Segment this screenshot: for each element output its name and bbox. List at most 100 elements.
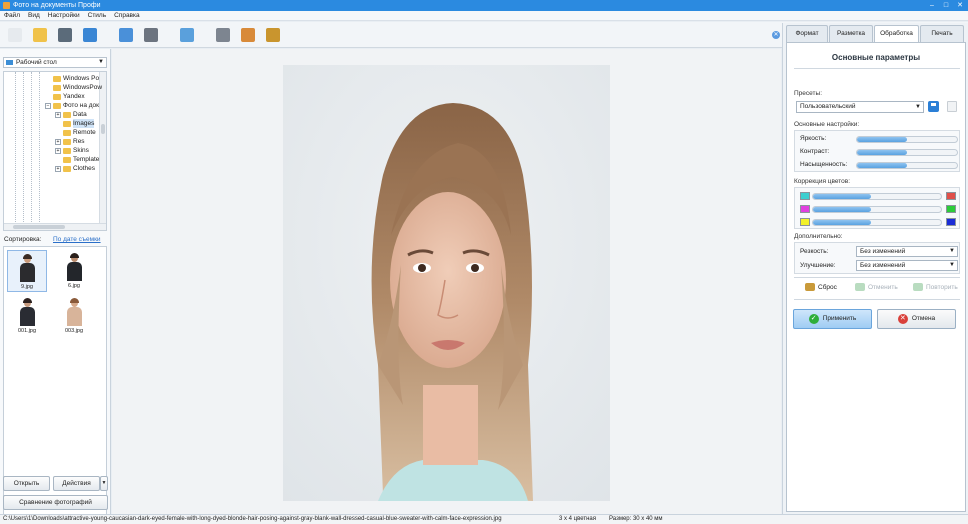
folder-icon bbox=[53, 75, 61, 82]
undo-button[interactable]: Отменить bbox=[855, 283, 898, 291]
thumb-body bbox=[67, 307, 82, 326]
window-titlebar: Фото на документы Профи – □ ✕ bbox=[0, 0, 968, 11]
slider-fill bbox=[857, 137, 907, 142]
status-bar: C:\Users\1\Downloads\attractive-young-ca… bbox=[0, 514, 968, 524]
tree-expander[interactable]: − bbox=[45, 102, 51, 109]
scroll-thumb[interactable] bbox=[101, 124, 105, 134]
basic-sliders-box: Яркость: Контраст: Насыщенность: bbox=[794, 130, 960, 172]
color-balance-slider[interactable] bbox=[812, 193, 942, 200]
tree-item[interactable]: + Clothes bbox=[55, 164, 95, 173]
toolbar-button-9[interactable] bbox=[262, 24, 284, 46]
print-icon bbox=[83, 27, 97, 42]
thumbnail-item[interactable]: 001.jpg bbox=[7, 295, 47, 337]
toolbar-button-7[interactable] bbox=[212, 24, 234, 46]
chevron-down-icon: ▼ bbox=[915, 104, 921, 110]
save-preset-icon[interactable] bbox=[928, 101, 939, 112]
delete-preset-icon[interactable] bbox=[947, 101, 957, 112]
thumbnail-item[interactable]: 003.jpg bbox=[54, 295, 94, 337]
tree-horizontal-scrollbar[interactable] bbox=[4, 223, 106, 230]
actions-dropdown-arrow[interactable]: ▼ bbox=[100, 476, 108, 491]
tree-item[interactable]: Remote bbox=[55, 128, 96, 137]
maximize-button[interactable]: □ bbox=[942, 0, 950, 11]
person-thumbnail-icon bbox=[64, 252, 84, 282]
apply-label: Применить bbox=[822, 315, 857, 322]
toolbar-button-6[interactable] bbox=[176, 24, 198, 46]
apply-button[interactable]: ✓ Применить bbox=[793, 309, 872, 329]
tree-item[interactable]: WindowsPow bbox=[45, 83, 102, 92]
folder-tree[interactable]: Windows Po WindowsPow Yandex − Фото на док + D… bbox=[3, 71, 107, 231]
tree-item-label: Data bbox=[73, 111, 87, 118]
open-button[interactable]: Открыть bbox=[3, 476, 50, 491]
portrait-drawing bbox=[283, 65, 610, 501]
tree-expander[interactable]: + bbox=[55, 165, 61, 172]
portrait-photo[interactable] bbox=[283, 65, 610, 501]
tree-item[interactable]: − Фото на док bbox=[45, 101, 99, 110]
sort-value-link[interactable]: По дате съемки bbox=[53, 236, 101, 243]
slider-label: Яркость: bbox=[800, 135, 827, 142]
chevron-down-icon: ▼ bbox=[949, 248, 955, 254]
slider-label: Контраст: bbox=[800, 148, 830, 155]
menu-settings[interactable]: Настройки bbox=[48, 11, 80, 20]
tree-item[interactable]: Images bbox=[55, 119, 95, 128]
app-logo-icon bbox=[3, 2, 10, 9]
scroll-thumb[interactable] bbox=[13, 225, 65, 229]
enhance-dropdown[interactable]: Без изменений ▼ bbox=[856, 260, 958, 271]
camera-icon bbox=[144, 27, 158, 42]
tree-item[interactable]: Yandex bbox=[45, 92, 85, 101]
minimize-button[interactable]: – bbox=[928, 0, 936, 11]
color-balance-slider[interactable] bbox=[812, 206, 942, 213]
tree-expander[interactable]: + bbox=[55, 147, 61, 154]
film-reel-icon bbox=[216, 27, 230, 42]
tree-guide-line bbox=[31, 72, 32, 230]
tree-item[interactable]: + Res bbox=[55, 137, 85, 146]
tree-item[interactable]: + Skins bbox=[55, 146, 89, 155]
adjust-slider[interactable] bbox=[856, 149, 958, 156]
tree-item[interactable]: Windows Po bbox=[45, 74, 99, 83]
slider-label: Насыщенность: bbox=[800, 161, 848, 168]
tree-expander[interactable]: + bbox=[55, 138, 61, 145]
toolbar-button-8[interactable] bbox=[237, 24, 259, 46]
toolbar-button-5[interactable] bbox=[140, 24, 162, 46]
tree-item[interactable]: Template bbox=[55, 155, 99, 164]
tree-item[interactable]: + Data bbox=[55, 110, 87, 119]
actions-button[interactable]: Действия bbox=[53, 476, 100, 491]
redo-button[interactable]: Повторить bbox=[913, 283, 958, 291]
color-balance-slider[interactable] bbox=[812, 219, 942, 226]
tab-layout[interactable]: Разметка bbox=[829, 25, 873, 42]
tab-print[interactable]: Печать bbox=[920, 25, 964, 42]
tab-processing[interactable]: Обработка bbox=[874, 25, 919, 43]
photo-size: Размер: 30 x 40 мм bbox=[609, 516, 663, 522]
menu-view[interactable]: Вид bbox=[28, 11, 40, 20]
sharpness-dropdown[interactable]: Без изменений ▼ bbox=[856, 246, 958, 257]
reset-button[interactable]: Сброс bbox=[805, 283, 837, 291]
close-window-button[interactable]: ✕ bbox=[956, 0, 964, 11]
thumbnail-filename: 001.jpg bbox=[17, 328, 37, 334]
toolbar-button-0[interactable] bbox=[4, 24, 26, 46]
folder-dropdown[interactable]: Рабочий стол ▼ bbox=[3, 57, 107, 68]
preset-dropdown[interactable]: Пользовательский ▼ bbox=[796, 101, 924, 113]
compare-photos-button[interactable]: Сравнение фотографий bbox=[3, 495, 108, 510]
tree-vertical-scrollbar[interactable] bbox=[99, 72, 106, 224]
close-panel-icon[interactable]: ✕ bbox=[772, 31, 780, 39]
toolbar-button-1[interactable] bbox=[29, 24, 51, 46]
toolbar-button-3[interactable] bbox=[79, 24, 101, 46]
menu-file[interactable]: Файл bbox=[4, 11, 20, 20]
cancel-button[interactable]: ✕ Отмена bbox=[877, 309, 956, 329]
enhance-value: Без изменений bbox=[860, 262, 906, 269]
tree-item-label: WindowsPow bbox=[63, 84, 103, 91]
menu-help[interactable]: Справка bbox=[114, 11, 140, 20]
toolbar-button-2[interactable] bbox=[54, 24, 76, 46]
file-browser-panel: Рабочий стол ▼ Windows Po WindowsPow Yande… bbox=[0, 49, 111, 524]
thumbnail-item[interactable]: 9.jpg bbox=[7, 250, 47, 292]
adjust-slider[interactable] bbox=[856, 136, 958, 143]
tree-expander[interactable]: + bbox=[55, 111, 61, 118]
toolbar-button-4[interactable] bbox=[115, 24, 137, 46]
folder-icon bbox=[63, 138, 71, 145]
sort-label: Сортировка: bbox=[4, 236, 42, 243]
thumbnail-item[interactable]: 6.jpg bbox=[54, 250, 94, 292]
tree-item-label: Skins bbox=[73, 147, 89, 154]
tab-format[interactable]: Формат bbox=[786, 25, 828, 42]
check-icon: ✓ bbox=[808, 314, 819, 324]
menu-style[interactable]: Стиль bbox=[88, 11, 106, 20]
adjust-slider[interactable] bbox=[856, 162, 958, 169]
